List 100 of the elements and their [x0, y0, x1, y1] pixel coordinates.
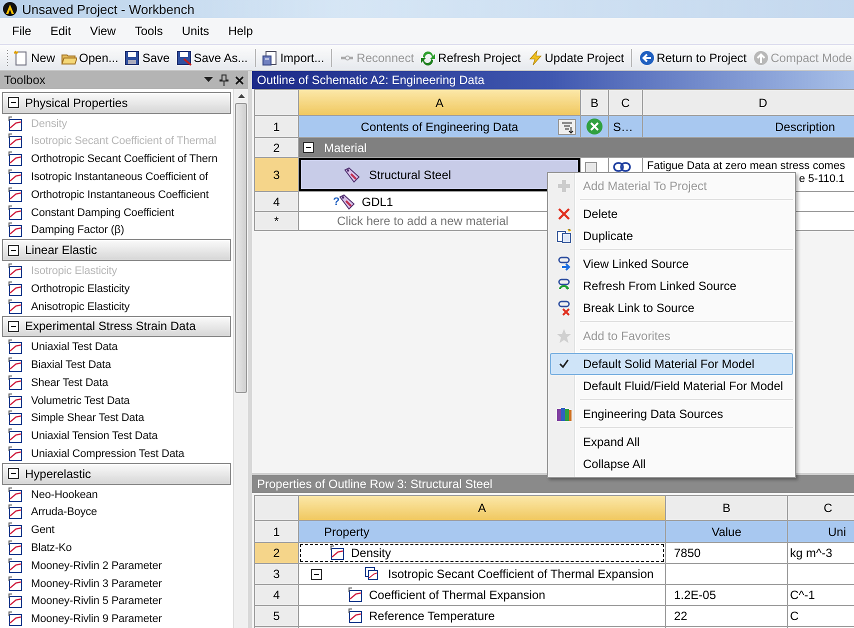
toolbox-item[interactable]: Orthotropic Elasticity [2, 280, 231, 298]
menu-item[interactable]: Break Link to Source [550, 297, 793, 319]
column-header[interactable]: B [581, 90, 608, 115]
toolbox-item[interactable]: Shear Test Data [2, 374, 231, 392]
toolbox-item[interactable]: Mooney-Rivlin 9 Parameter [2, 610, 231, 628]
graph-icon [7, 446, 23, 462]
collapse-icon[interactable] [8, 244, 19, 256]
toolbox-item[interactable]: Blatz-Ko [2, 539, 231, 557]
graph-icon [347, 608, 363, 624]
app-logo-icon [3, 2, 17, 16]
menu-item[interactable]: Default Fluid/Field Material For Model [550, 375, 793, 397]
property-cell[interactable]: Reference Temperature [299, 606, 665, 626]
toolbox-item[interactable]: Uniaxial Compression Test Data [2, 445, 231, 463]
toolbox-item[interactable]: Damping Factor (β) [2, 222, 231, 240]
toolbox-item[interactable]: Neo-Hookean [2, 486, 231, 504]
sort-icon[interactable] [558, 118, 576, 134]
scrollbar-thumb[interactable] [235, 103, 247, 393]
table-cell[interactable]: Structural Steel [299, 158, 580, 191]
collapse-icon[interactable] [8, 97, 19, 108]
column-header[interactable]: C [609, 90, 642, 115]
toolbox-item[interactable]: Arruda-Boyce [2, 503, 231, 522]
collapse-icon[interactable] [8, 468, 19, 480]
property-name: Density [351, 546, 392, 560]
toolbar-button[interactable]: Refresh Project [418, 48, 523, 66]
column-title: Description [643, 116, 854, 137]
collapse-icon[interactable] [311, 568, 322, 580]
toolbox-item[interactable]: Isotropic Instantaneous Coefficient of [2, 168, 231, 186]
graph-icon [7, 133, 23, 150]
group-row[interactable]: Material [299, 138, 854, 157]
menu-item[interactable]: Engineering Data Sources [550, 403, 793, 425]
graph-icon [329, 545, 345, 561]
toolbox-item[interactable]: Simple Shear Test Data [2, 410, 231, 428]
lightning-icon [526, 50, 543, 66]
toolbox-item[interactable]: Uniaxial Test Data [2, 338, 231, 356]
property-cell[interactable]: Coefficient of Thermal Expansion [299, 585, 665, 605]
group-label: Experimental Stress Strain Data [25, 319, 196, 334]
scroll-up-icon[interactable] [238, 94, 244, 98]
toolbox-item[interactable]: Anisotropic Elasticity [2, 298, 231, 316]
toolbox-item[interactable]: Mooney-Rivlin 2 Parameter [2, 556, 231, 575]
group-header[interactable]: Physical Properties [2, 92, 231, 114]
menu-item[interactable]: Help [220, 24, 264, 38]
menu-item[interactable]: Refresh From Linked Source [550, 275, 793, 297]
group-header[interactable]: Hyperelastic [2, 462, 231, 485]
row-number[interactable]: 2 [255, 543, 298, 563]
menu-item[interactable]: Edit [42, 24, 82, 38]
column-title: Value [666, 521, 787, 542]
group-header[interactable]: Linear Elastic [2, 239, 231, 262]
menu-item[interactable]: Expand All [550, 431, 793, 453]
toolbox-item[interactable]: Orthotropic Secant Coefficient of Thern [2, 150, 231, 168]
toolbar-button[interactable]: Return to Project [636, 48, 749, 66]
collapse-icon[interactable] [8, 320, 19, 332]
column-header[interactable]: A [299, 496, 665, 520]
toolbox-item[interactable]: Constant Damping Coefficient [2, 204, 231, 222]
toolbar-button[interactable]: Save As... [174, 48, 250, 66]
link-icon [556, 256, 572, 272]
toolbox-item[interactable]: Orthotropic Instantaneous Coefficient [2, 186, 231, 204]
column-header[interactable]: A [299, 90, 580, 115]
group-header[interactable]: Experimental Stress Strain Data [2, 316, 231, 338]
toolbar-button[interactable]: Update Project [524, 48, 626, 66]
column-title: Property [299, 521, 665, 542]
value-text: 7850 [673, 546, 701, 560]
column-header[interactable]: D [643, 90, 854, 115]
menu-item[interactable]: Units [174, 24, 220, 38]
toolbox-item[interactable]: Mooney-Rivlin 5 Parameter [2, 592, 231, 610]
menu-item[interactable]: Collapse All [550, 453, 793, 475]
menu-item[interactable]: View Linked Source [550, 253, 793, 275]
toolbox-item[interactable]: Biaxial Test Data [2, 356, 231, 374]
column-header[interactable]: B [666, 496, 787, 520]
toolbox-item[interactable]: Volumetric Test Data [2, 392, 231, 410]
dropdown-icon[interactable] [204, 77, 213, 83]
graph-icon [7, 298, 23, 315]
row-number[interactable]: 4 [255, 585, 298, 605]
star-icon [556, 328, 572, 344]
scrollbar[interactable] [233, 89, 248, 628]
toolbar-button[interactable]: Import... [260, 48, 326, 66]
toolbar-button[interactable]: New [11, 48, 58, 66]
menu-item[interactable]: Tools [126, 24, 174, 38]
column-header[interactable]: C [788, 496, 854, 520]
toolbox-item[interactable]: Mooney-Rivlin 3 Parameter [2, 574, 231, 592]
toolbox-item[interactable]: Uniaxial Tension Test Data [2, 427, 231, 446]
plus-icon [556, 178, 572, 194]
toolbox-item[interactable]: Gent [2, 521, 231, 540]
graph-icon [7, 204, 23, 221]
row-number[interactable]: 3 [255, 158, 298, 191]
toolbar-button[interactable]: Save [122, 48, 172, 66]
menu-item[interactable]: View [82, 24, 127, 38]
toolbar-button[interactable]: Open... [59, 48, 120, 66]
property-cell[interactable]: Isotropic Secant Coefficient of Thermal Expansion [299, 564, 665, 584]
pin-icon[interactable] [219, 74, 229, 86]
close-icon[interactable] [235, 76, 244, 84]
collapse-icon[interactable] [303, 142, 314, 153]
property-name: Isotropic Secant Coefficient of Thermal Expansion [388, 567, 654, 581]
graph-icon [7, 486, 23, 503]
unit-text: kg m^-3 [790, 546, 832, 560]
row-number[interactable]: 3 [255, 564, 298, 584]
row-number[interactable]: 5 [255, 606, 298, 626]
menu-item[interactable]: Default Solid Material For Model [550, 353, 793, 375]
menu-item[interactable]: File [4, 24, 42, 38]
row-number[interactable]: 4 [255, 192, 298, 211]
property-cell[interactable]: Density [299, 543, 665, 563]
